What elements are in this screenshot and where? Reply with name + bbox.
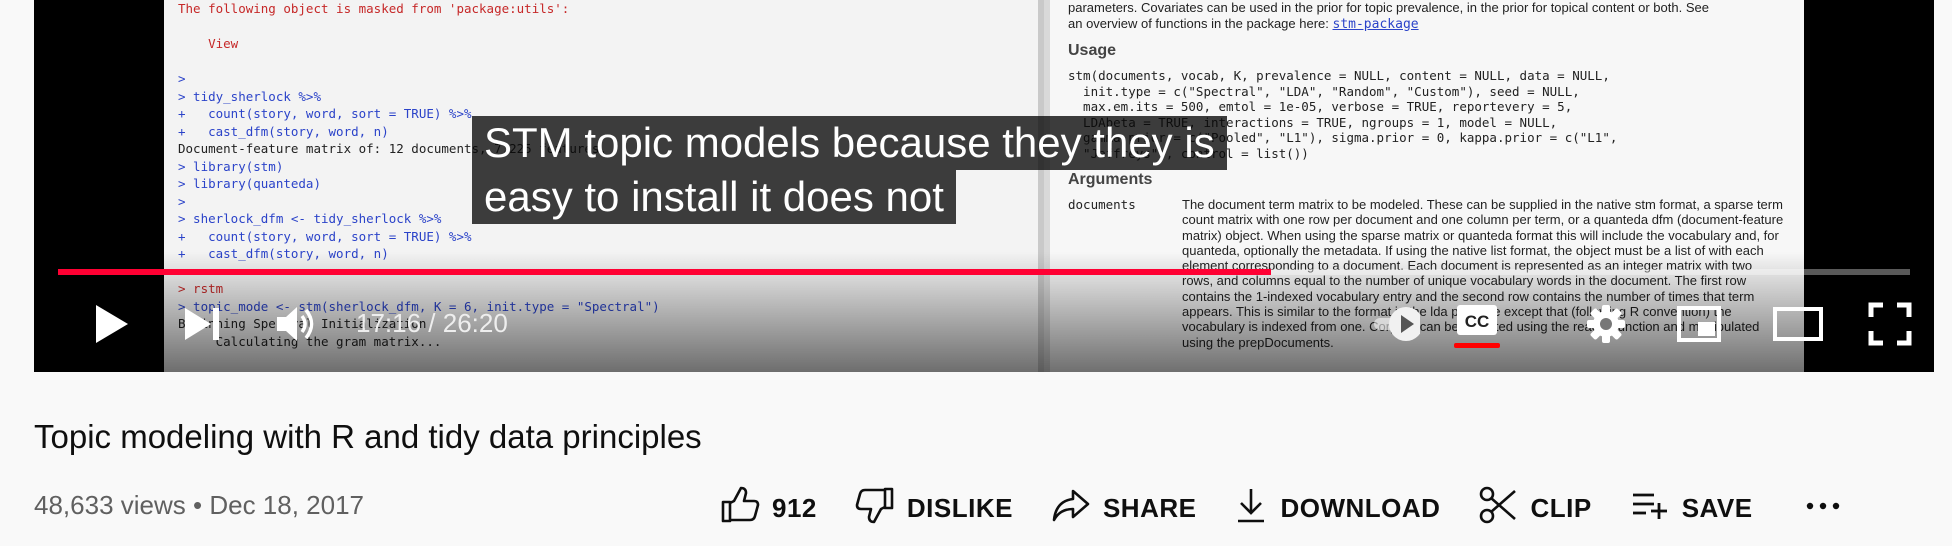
settings-button[interactable]	[1582, 302, 1630, 350]
theater-icon	[1772, 306, 1824, 347]
save-label: SAVE	[1681, 492, 1753, 523]
dislike-icon	[855, 485, 895, 532]
share-button[interactable]: SHARE	[1051, 485, 1197, 532]
miniplayer-button[interactable]	[1674, 302, 1724, 350]
miniplayer-icon	[1676, 304, 1722, 349]
caption-line-2: easy to install it does not	[472, 170, 956, 224]
help-intro: parameters. Covariates can be used in th…	[1068, 0, 1709, 32]
dislike-button[interactable]: DISLIKE	[855, 485, 1013, 532]
video-meta: 48,633 views • Dec 18, 2017	[34, 490, 364, 521]
settings-icon	[1585, 303, 1627, 350]
progress-played	[58, 269, 1272, 275]
console-line: > tidy_sherlock %>%	[178, 88, 321, 104]
captions-icon: CC	[1454, 299, 1500, 356]
volume-button[interactable]	[272, 302, 322, 350]
caption-overlay: STM topic models because they they is ea…	[472, 116, 1227, 224]
share-icon	[1051, 485, 1091, 532]
video-title: Topic modeling with R and tidy data prin…	[34, 418, 702, 455]
video-player[interactable]: The following object is masked from 'pac…	[34, 0, 1934, 372]
next-button[interactable]	[180, 302, 224, 350]
svg-text:CC: CC	[1465, 312, 1490, 331]
save-icon	[1630, 485, 1670, 532]
usage-heading: Usage	[1068, 42, 1117, 59]
play-icon	[94, 303, 130, 350]
like-count: 912	[772, 492, 817, 523]
dislike-label: DISLIKE	[906, 492, 1013, 523]
captions-button[interactable]: CC	[1452, 298, 1502, 356]
next-icon	[183, 306, 221, 347]
more-icon	[1805, 499, 1841, 517]
volume-icon	[275, 304, 319, 349]
autoplay-icon	[1372, 302, 1423, 351]
view-count: 48,633 views	[34, 490, 186, 520]
progress-bar[interactable]	[58, 269, 1910, 275]
clip-icon	[1478, 485, 1518, 532]
save-button[interactable]: SAVE	[1630, 485, 1753, 532]
autoplay-toggle[interactable]	[1368, 300, 1424, 352]
caption-line-1: STM topic models because they they is	[472, 116, 1227, 170]
share-label: SHARE	[1102, 492, 1197, 523]
time-display: 17:16 / 26:20	[356, 308, 508, 338]
download-label: DOWNLOAD	[1280, 492, 1441, 523]
clip-label: CLIP	[1530, 492, 1592, 523]
theater-button[interactable]	[1770, 302, 1826, 350]
like-icon	[720, 485, 760, 532]
meta-separator: •	[193, 490, 203, 520]
help-link: stm-package	[1332, 16, 1419, 32]
more-actions-button[interactable]	[1805, 499, 1841, 517]
console-line: The following object is masked from 'pac…	[178, 1, 570, 16]
like-button[interactable]: 912	[720, 485, 817, 532]
clip-button[interactable]: CLIP	[1478, 485, 1591, 532]
fullscreen-icon	[1868, 302, 1912, 351]
download-icon	[1234, 485, 1268, 532]
console-line: + count(story, word, sort = TRUE) %>%	[178, 228, 472, 244]
upload-date: Dec 18, 2017	[209, 490, 365, 520]
console-line: View	[178, 36, 239, 51]
download-button[interactable]: DOWNLOAD	[1234, 485, 1440, 532]
fullscreen-button[interactable]	[1864, 300, 1916, 352]
action-bar: 912 DISLIKE SHARE DOWNLOAD CLIP SAVE	[720, 486, 1841, 530]
console-line: >	[178, 71, 186, 86]
play-button[interactable]	[84, 300, 140, 352]
